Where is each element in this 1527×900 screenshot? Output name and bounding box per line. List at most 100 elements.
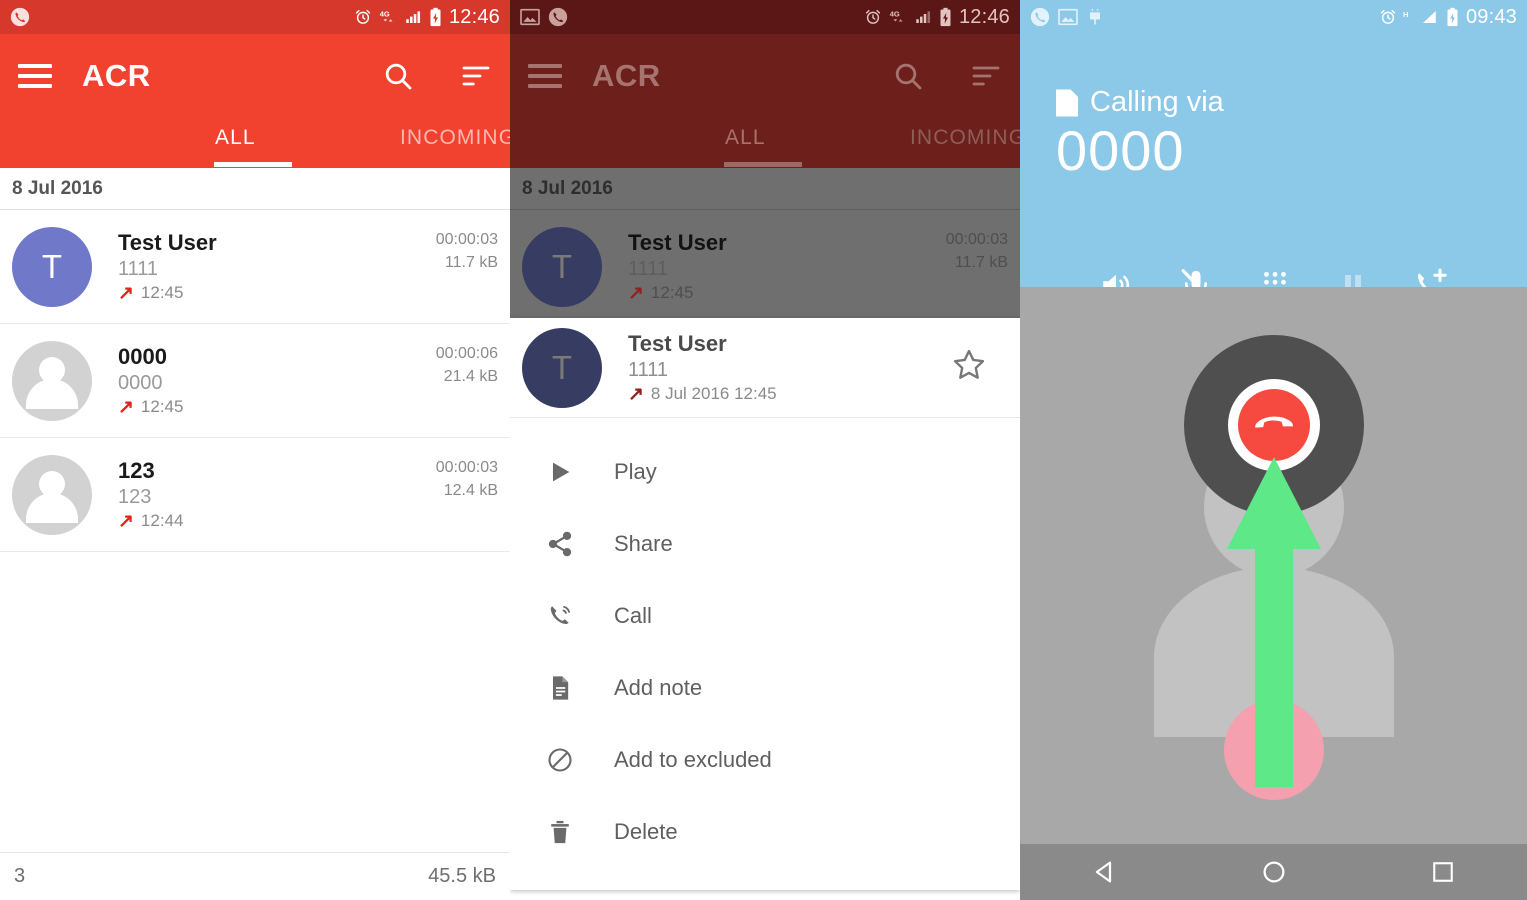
- table-row[interactable]: 123 123 ↗ 12:44 00:00:03 12.4 kB: [0, 438, 510, 552]
- status-bar-right-icons: 4G 12:46: [354, 6, 500, 29]
- recents-icon[interactable]: [1429, 858, 1457, 886]
- contact-number: 1111: [628, 359, 669, 382]
- hamburger-icon[interactable]: [18, 64, 52, 88]
- avatar-letter: T: [551, 247, 573, 285]
- tab-bar: ALL INCOMING: [510, 118, 1020, 168]
- tab-incoming[interactable]: INCOMING: [910, 126, 1020, 150]
- menu-item-delete[interactable]: Delete: [510, 796, 1020, 868]
- call-time: ↗ 12:45: [118, 282, 436, 304]
- avatar: [12, 340, 92, 421]
- svg-text:H: H: [1403, 10, 1408, 19]
- context-dialog-header: T Test User 1111 ↗ 8 Jul 2016 12:45: [510, 318, 1020, 418]
- sim-card-icon: [1056, 89, 1078, 117]
- network-h-icon: H: [1403, 9, 1413, 25]
- contact-name: Test User: [628, 330, 727, 356]
- call-time-label: 12:45: [140, 397, 184, 417]
- screenshot-triptych: 4G 12:46 ACR ALL INCOMING 8 Jul 2016 T T…: [0, 0, 1527, 900]
- in-call-body: [1020, 287, 1527, 844]
- outgoing-call-icon: ↗: [118, 282, 134, 304]
- tab-bar: ALL INCOMING: [0, 118, 510, 168]
- contact-name: Test User: [628, 229, 727, 255]
- file-size: 11.7 kB: [954, 254, 1008, 272]
- svg-text:4G: 4G: [380, 9, 390, 18]
- contact-number: 123: [118, 486, 152, 509]
- signal-bars-icon: [404, 8, 422, 26]
- menu-item-call[interactable]: Call: [510, 580, 1020, 652]
- table-row[interactable]: T Test User 1111 ↗ 12:45 00:00:03 11.7 kB: [510, 210, 1020, 324]
- avatar: T: [12, 226, 92, 307]
- panel-call-list: 4G 12:46 ACR ALL INCOMING 8 Jul 2016 T T…: [0, 0, 510, 900]
- tab-selected-indicator: [724, 162, 802, 167]
- file-size: 21.4 kB: [443, 368, 498, 386]
- list-footer: 3 45.5 kB: [0, 852, 510, 900]
- avatar-letter: T: [551, 348, 573, 386]
- trash-icon: [542, 818, 578, 846]
- table-row[interactable]: T Test User 1111 ↗ 12:45 00:00:03 11.7 kB: [0, 210, 510, 324]
- row-meta: 00:00:03 11.7 kB: [436, 210, 498, 274]
- star-outline-icon[interactable]: [950, 346, 1008, 389]
- sort-icon[interactable]: [460, 60, 492, 92]
- call-time-label: 12:44: [140, 511, 184, 531]
- play-icon: [542, 458, 578, 486]
- battery-charging-icon: [938, 7, 953, 27]
- tab-all[interactable]: ALL: [215, 126, 256, 150]
- back-icon[interactable]: [1090, 857, 1120, 887]
- table-row[interactable]: 0000 0000 ↗ 12:45 00:00:06 21.4 kB: [0, 324, 510, 438]
- outgoing-call-icon: ↗: [118, 396, 134, 418]
- contact-name: Test User: [118, 229, 217, 255]
- menu-item-label: Play: [614, 459, 657, 484]
- call-icon: [542, 602, 578, 630]
- status-bar: 4G 12:46: [0, 0, 510, 34]
- search-icon[interactable]: [892, 60, 924, 92]
- status-bar-left-icons: [1030, 7, 1104, 27]
- calling-via-row: Calling via: [1020, 34, 1527, 119]
- date-header: 8 Jul 2016: [510, 168, 1020, 210]
- contact-number: 0000: [118, 372, 163, 395]
- share-icon: [542, 530, 578, 558]
- menu-item-add-to-excluded[interactable]: Add to excluded: [510, 724, 1020, 796]
- search-icon[interactable]: [382, 60, 414, 92]
- alarm-icon: [354, 8, 372, 26]
- battery-charging-icon: [1445, 7, 1460, 27]
- outgoing-call-icon: ↗: [118, 510, 134, 532]
- call-list: T Test User 1111 ↗ 12:45 00:00:03 11.7 kB…: [0, 210, 510, 552]
- status-bar-left-icons: [10, 7, 30, 27]
- date-header: 8 Jul 2016: [0, 168, 510, 210]
- menu-item-add-note[interactable]: Add note: [510, 652, 1020, 724]
- call-list: T Test User 1111 ↗ 12:45 00:00:03 11.7 kB: [510, 210, 1020, 324]
- signal-triangle-icon: [1419, 8, 1439, 26]
- menu-item-label: Add note: [614, 675, 703, 700]
- hamburger-icon[interactable]: [528, 64, 562, 88]
- network-4g-icon: 4G: [378, 8, 398, 26]
- tab-all[interactable]: ALL: [725, 126, 766, 150]
- call-number: 0000: [1056, 119, 1185, 182]
- menu-item-label: Delete: [614, 819, 678, 844]
- network-4g-icon: 4G: [888, 8, 908, 26]
- alarm-icon: [1379, 8, 1397, 26]
- menu-item-label: Add to excluded: [614, 747, 772, 772]
- status-bar-right-icons: H 09:43: [1379, 6, 1517, 29]
- call-time-label: 12:45: [650, 283, 694, 303]
- menu-item-share[interactable]: Share: [510, 508, 1020, 580]
- call-timestamp-label: 8 Jul 2016 12:45: [650, 384, 777, 404]
- panel-in-call: H 09:43 Calling via 0000: [1020, 0, 1527, 900]
- call-time: ↗ 12:45: [628, 282, 946, 304]
- menu-item-play[interactable]: Play: [510, 436, 1020, 508]
- calling-via-label: Calling via: [1090, 86, 1224, 118]
- tab-incoming[interactable]: INCOMING: [400, 126, 510, 150]
- home-icon[interactable]: [1259, 857, 1289, 887]
- call-timestamp: ↗ 8 Jul 2016 12:45: [628, 383, 950, 405]
- contact-name: 123: [118, 457, 155, 483]
- android-nav-bar: [1020, 844, 1527, 900]
- image-icon: [520, 8, 540, 26]
- call-time-label: 12:45: [140, 283, 184, 303]
- image-icon: [1058, 8, 1078, 26]
- phone-icon: [548, 7, 568, 27]
- avatar: [12, 454, 92, 535]
- avatar: T: [522, 327, 602, 408]
- svg-text:4G: 4G: [890, 9, 900, 18]
- call-duration: 00:00:03: [435, 459, 498, 476]
- signal-bars-icon: [914, 8, 932, 26]
- phone-icon: [1030, 7, 1050, 27]
- sort-icon[interactable]: [970, 60, 1002, 92]
